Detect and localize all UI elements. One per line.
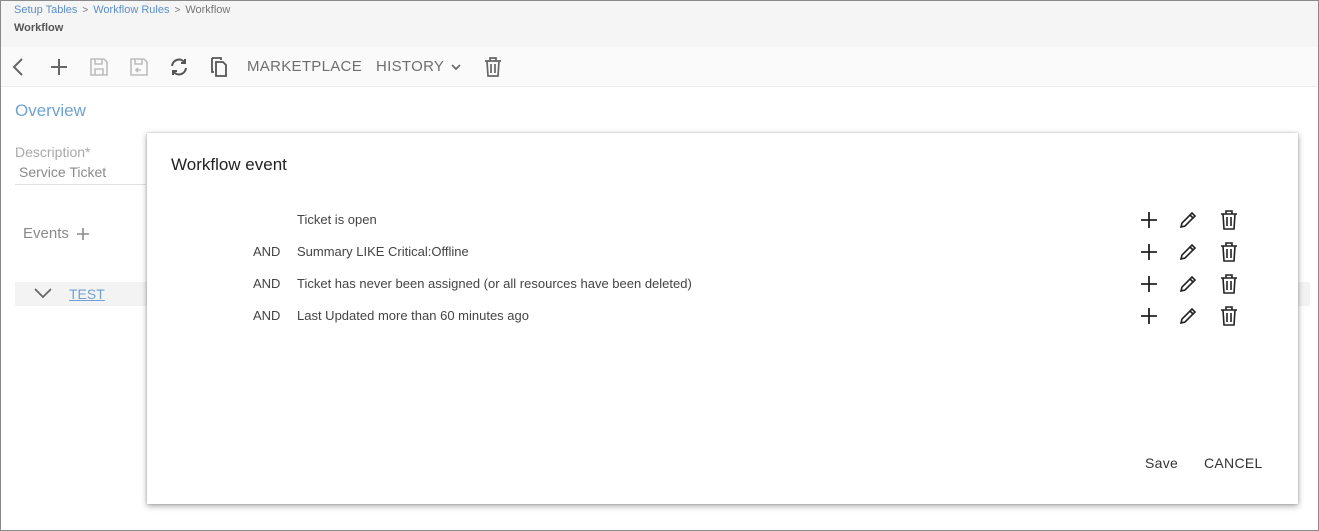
- copy-icon[interactable]: [207, 55, 231, 79]
- events-label: Events: [23, 225, 69, 242]
- condition-row: AND Ticket has never been assigned (or a…: [147, 269, 1298, 301]
- breadcrumb: Setup Tables > Workflow Rules > Workflow: [14, 4, 230, 16]
- history-button[interactable]: HISTORY: [376, 58, 462, 75]
- condition-row: Ticket is open: [147, 205, 1298, 237]
- edit-pencil-icon[interactable]: [1177, 209, 1199, 231]
- condition-text: Ticket has never been assigned (or all r…: [297, 276, 692, 291]
- add-icon[interactable]: [1138, 241, 1160, 263]
- condition-operator: AND: [253, 244, 281, 259]
- description-underline: [15, 184, 146, 185]
- page-title: Workflow: [14, 22, 64, 34]
- edit-pencil-icon[interactable]: [1177, 241, 1199, 263]
- breadcrumb-workflow: Workflow: [185, 4, 231, 16]
- save-button[interactable]: Save: [1145, 455, 1178, 471]
- add-event-icon[interactable]: [76, 227, 90, 241]
- chevron-right-icon: >: [82, 4, 89, 16]
- history-label: HISTORY: [376, 58, 445, 75]
- refresh-icon[interactable]: [167, 55, 191, 79]
- condition-text: Summary LIKE Critical:Offline: [297, 244, 469, 259]
- workflow-event-dialog: Workflow event Ticket is open AND Summar…: [147, 133, 1298, 504]
- back-icon[interactable]: [7, 55, 31, 79]
- delete-icon[interactable]: [1218, 273, 1240, 295]
- condition-row: AND Summary LIKE Critical:Offline: [147, 237, 1298, 269]
- condition-text: Ticket is open: [297, 212, 377, 227]
- dialog-title: Workflow event: [171, 155, 287, 174]
- condition-text: Last Updated more than 60 minutes ago: [297, 308, 529, 323]
- cancel-button[interactable]: CANCEL: [1204, 455, 1263, 471]
- add-icon[interactable]: [1138, 305, 1160, 327]
- condition-operator: AND: [253, 308, 281, 323]
- edit-pencil-icon[interactable]: [1177, 305, 1199, 327]
- overview-heading: Overview: [15, 101, 86, 120]
- save-icon[interactable]: [87, 55, 111, 79]
- chevron-down-icon[interactable]: [33, 286, 53, 300]
- delete-icon[interactable]: [1218, 209, 1240, 231]
- add-icon[interactable]: [1138, 209, 1160, 231]
- description-label: Description*: [15, 144, 91, 160]
- save-close-icon[interactable]: [127, 55, 151, 79]
- breadcrumb-setup-tables[interactable]: Setup Tables: [14, 4, 77, 16]
- header-bar: Setup Tables > Workflow Rules > Workflow…: [1, 1, 1318, 47]
- chevron-right-icon: >: [174, 4, 181, 16]
- condition-row: AND Last Updated more than 60 minutes ag…: [147, 301, 1298, 333]
- trash-icon[interactable]: [481, 55, 505, 79]
- toolbar: MARKETPLACE HISTORY: [1, 47, 1318, 87]
- add-icon[interactable]: [47, 55, 71, 79]
- marketplace-button[interactable]: MARKETPLACE: [247, 58, 362, 75]
- events-header: Events: [23, 225, 90, 242]
- delete-icon[interactable]: [1218, 305, 1240, 327]
- delete-icon[interactable]: [1218, 241, 1240, 263]
- edit-pencil-icon[interactable]: [1177, 273, 1199, 295]
- event-link-test[interactable]: TEST: [69, 286, 105, 302]
- condition-operator: AND: [253, 276, 281, 291]
- description-field[interactable]: Service Ticket: [19, 164, 106, 180]
- add-icon[interactable]: [1138, 273, 1160, 295]
- breadcrumb-workflow-rules[interactable]: Workflow Rules: [93, 4, 169, 16]
- chevron-down-icon: [450, 61, 462, 73]
